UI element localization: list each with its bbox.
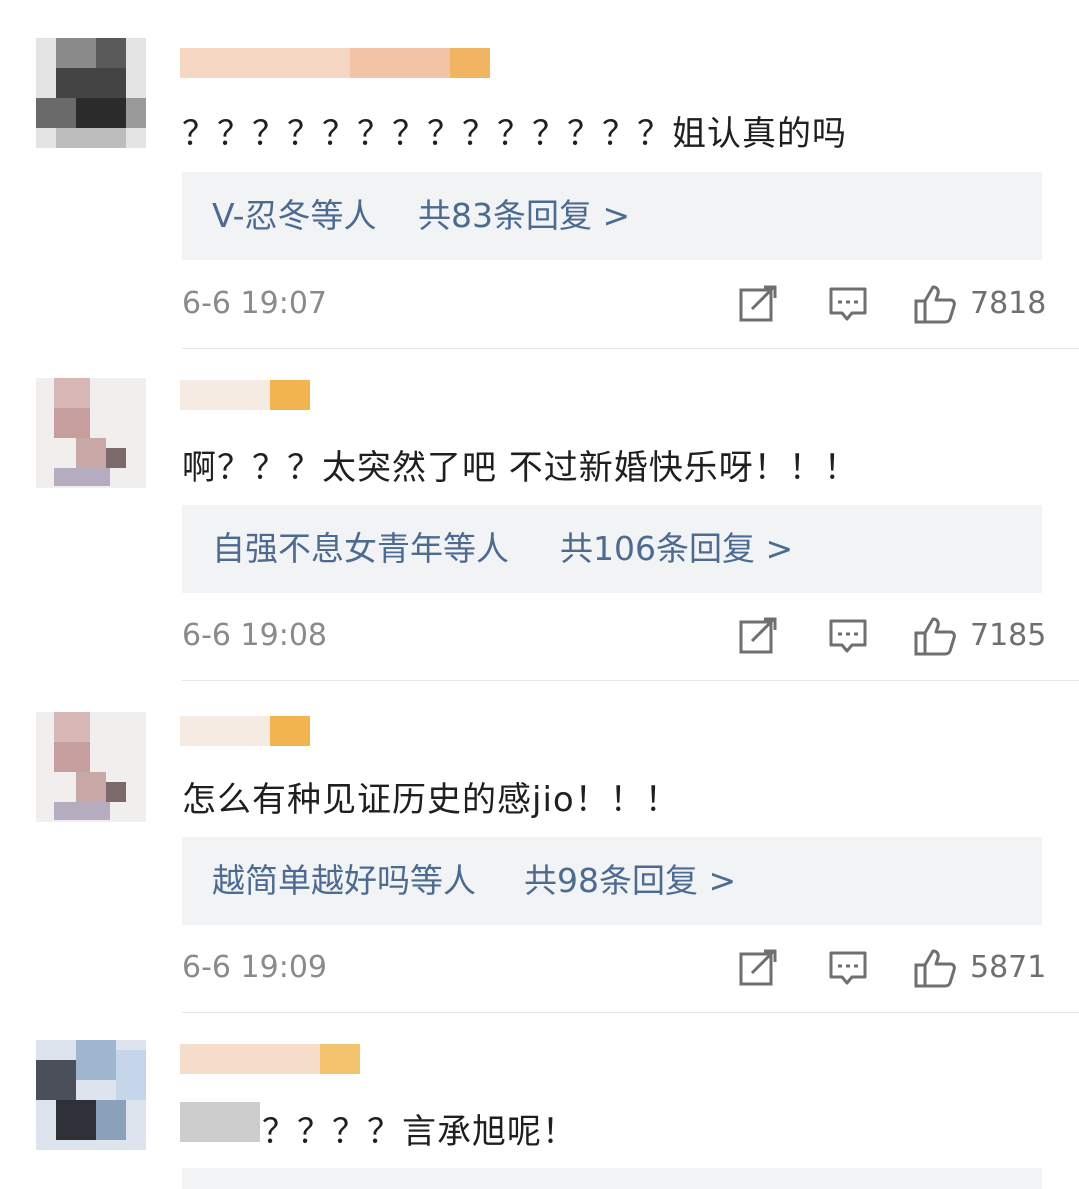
avatar[interactable] [36,38,146,148]
avatar[interactable] [36,1040,146,1150]
comment-icon[interactable] [828,284,868,324]
comment-text: ？？？？？？？？？？？？？？姐认真的吗 [182,114,847,154]
thumbs-up-icon[interactable] [914,284,958,324]
share-icon[interactable] [738,284,778,324]
reply-users: 越简单越好吗等人 [212,861,476,900]
comment-time: 6-6 19:07 [182,286,327,321]
share-icon[interactable] [738,616,778,656]
divider [182,680,1079,681]
comment-meta: 6-6 19:09 5871 [182,948,1046,988]
comment-time: 6-6 19:09 [182,950,327,985]
share-icon[interactable] [738,948,778,988]
replies-link[interactable]: 自强不息女青年等人 共106条回复 > [182,505,1042,593]
text-blurred [180,1102,260,1142]
comment-text: 啊？？？太突然了吧 不过新婚快乐呀！！！ [182,448,859,488]
replies-link[interactable]: 越简单越好吗等人 共98条回复 > [182,837,1042,925]
divider [182,348,1079,349]
reply-count: 共106条回复 > [560,529,794,568]
comment-icon[interactable] [828,616,868,656]
username-blurred[interactable] [180,48,490,78]
comment-text: 怎么有种见证历史的感jio！！！ [182,780,680,820]
divider [182,1012,1079,1013]
comment-text: ？？？？言承旭呢！ [262,1112,577,1152]
reply-count: 共83条回复 > [418,196,631,235]
username-blurred[interactable] [180,1044,360,1074]
like-count: 7818 [970,286,1047,321]
comment-meta: 6-6 19:08 7185 [182,616,1046,656]
reply-users: V-忍冬等人 [212,196,377,235]
replies-link[interactable] [182,1168,1042,1189]
reply-count: 共98条回复 > [524,861,737,900]
like-count: 5871 [970,950,1047,985]
reply-users: 自强不息女青年等人 [212,529,509,568]
avatar[interactable] [36,378,146,488]
comment-icon[interactable] [828,948,868,988]
thumbs-up-icon[interactable] [914,948,958,988]
username-blurred[interactable] [180,380,310,410]
comment-time: 6-6 19:08 [182,618,327,653]
avatar[interactable] [36,712,146,822]
thumbs-up-icon[interactable] [914,616,958,656]
replies-link[interactable]: V-忍冬等人 共83条回复 > [182,172,1042,260]
like-count: 7185 [970,618,1047,653]
comment-meta: 6-6 19:07 7818 [182,284,1046,324]
username-blurred[interactable] [180,716,310,746]
